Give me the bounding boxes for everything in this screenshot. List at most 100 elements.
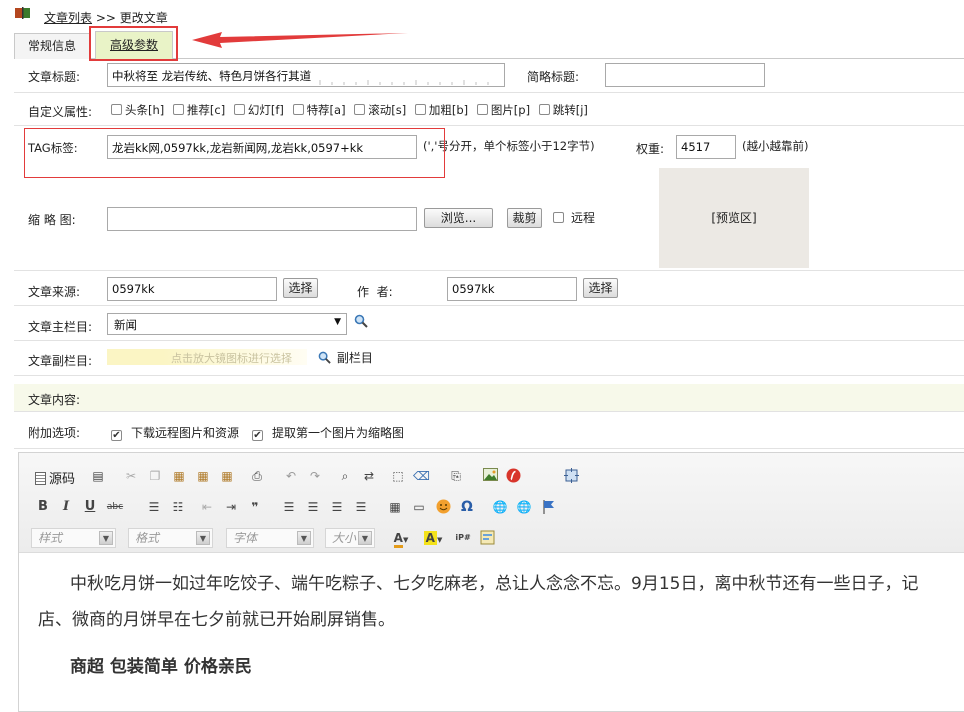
paste-icon[interactable]: ▦ (171, 468, 187, 484)
page-break-icon[interactable]: iP# (454, 530, 472, 546)
font-combo[interactable]: 字体 ▼ (226, 528, 314, 548)
sub-column-field: 点击放大镜图标进行选择 (107, 349, 307, 365)
remote-label: 远程 (571, 211, 596, 225)
cut-icon[interactable]: ✂ (123, 468, 139, 484)
undo-icon[interactable]: ↶ (283, 468, 299, 484)
attr-slide[interactable]: 幻灯[f] (233, 103, 284, 117)
attr-bold[interactable]: 加粗[b] (414, 103, 468, 117)
align-center-icon[interactable]: ☰ (305, 499, 321, 515)
blockquote-icon[interactable]: ❞ (247, 499, 263, 515)
attr-jump[interactable]: 跳转[j] (538, 103, 588, 117)
content-heading: 商超 包装简单 价格亲民 (70, 657, 252, 677)
paste-word-icon[interactable]: ▦ (219, 468, 235, 484)
flash-icon[interactable] (505, 468, 521, 484)
justify-icon[interactable]: ☰ (353, 499, 369, 515)
attr-checkboxes: 头条[h] 推荐[c] 幻灯[f] 特荐[a] 滚动[s] 加粗[b] 图片[p… (111, 102, 588, 118)
print-icon[interactable]: ⎙ (249, 468, 265, 484)
divider (14, 125, 964, 126)
image-icon[interactable] (482, 468, 498, 484)
indent-icon[interactable]: ⇥ (223, 499, 239, 515)
attr-recommend[interactable]: 推荐[c] (172, 103, 225, 117)
browse-button[interactable]: 浏览... (424, 208, 493, 228)
text-color-icon[interactable]: A▼ (389, 530, 413, 548)
size-combo[interactable]: 大小 ▼ (325, 528, 375, 548)
breadcrumb-separator: >> (95, 11, 116, 25)
sub-column-search[interactable]: 副栏目 (318, 349, 373, 366)
bg-color-icon[interactable]: A ▼ (421, 530, 445, 546)
unlink-icon[interactable]: 🌐 (516, 499, 532, 515)
remote-checkbox[interactable]: 远程 (553, 209, 595, 226)
strikethrough-icon[interactable]: abc (105, 499, 125, 515)
underline-icon[interactable]: U (82, 499, 98, 515)
bold-icon[interactable]: B (35, 499, 51, 515)
content-paragraph: 中秋吃月饼一如过年吃饺子、端午吃粽子、七夕吃麻老，总让人念念不忘。9月15日，离… (70, 574, 919, 594)
redo-icon[interactable]: ↷ (307, 468, 323, 484)
weight-hint: (越小越靠前) (742, 139, 809, 153)
weight-label: 权重: (636, 142, 665, 156)
source-button[interactable]: 源码 (35, 468, 75, 487)
weight-input[interactable]: 4517 (676, 135, 736, 159)
divider (14, 305, 964, 306)
download-remote-label: 下载远程图片和资源 (131, 426, 240, 440)
author-choose-button[interactable]: 选择 (583, 278, 618, 298)
outdent-icon[interactable]: ⇤ (199, 499, 215, 515)
align-left-icon[interactable]: ☰ (281, 499, 297, 515)
thumb-preview: [预览区] (659, 168, 809, 268)
find-icon[interactable]: ⌕ (337, 468, 353, 484)
align-right-icon[interactable]: ☰ (329, 499, 345, 515)
select-all-icon[interactable]: ⬚ (390, 468, 406, 484)
maximize-icon[interactable] (563, 468, 579, 484)
thumb-input[interactable] (107, 207, 417, 231)
title-input[interactable]: 中秋将至 龙岩传统、特色月饼各行其道 (107, 63, 505, 87)
bullet-list-icon[interactable]: ☷ (170, 499, 186, 515)
link-icon[interactable]: 🌐 (492, 499, 508, 515)
copy-icon[interactable]: ❐ (147, 468, 163, 484)
crop-button[interactable]: 裁剪 (507, 208, 542, 228)
attr-scroll[interactable]: 滚动[s] (354, 103, 406, 117)
divider (14, 92, 964, 93)
numbered-list-icon[interactable]: ☰ (146, 499, 162, 515)
format-combo[interactable]: 格式 ▼ (128, 528, 213, 548)
template-icon[interactable] (479, 530, 495, 546)
download-remote-checkbox[interactable]: 下载远程图片和资源 (111, 424, 239, 441)
main-column-select[interactable]: 新闻 ▼ (107, 313, 347, 335)
horizontal-line-icon[interactable]: ▭ (411, 499, 427, 515)
preview-icon[interactable]: ⎘ (448, 468, 464, 484)
dropdown-arrow-icon: ▼ (99, 531, 113, 545)
magnifier-icon (318, 351, 331, 364)
magnifier-icon[interactable] (354, 314, 368, 331)
editor-content[interactable]: 中秋吃月饼一如过年吃饺子、端午吃粽子、七夕吃麻老，总让人念念不忘。9月15日，离… (38, 566, 964, 704)
dropdown-arrow-icon: ▼ (334, 317, 341, 327)
table-icon[interactable]: ▦ (387, 499, 403, 515)
attr-headline[interactable]: 头条[h] (111, 103, 164, 117)
book-icon (15, 7, 31, 19)
first-image-checkbox[interactable]: 提取第一个图片为缩略图 (252, 424, 404, 441)
paste-text-icon[interactable]: ▦ (195, 468, 211, 484)
style-combo[interactable]: 样式 ▼ (31, 528, 116, 548)
breadcrumb: 文章列表 >> 更改文章 (44, 9, 168, 26)
source-input[interactable]: 0597kk (107, 277, 277, 301)
smiley-icon[interactable] (435, 499, 451, 515)
breadcrumb-list-link[interactable]: 文章列表 (44, 11, 92, 25)
divider (14, 411, 964, 412)
anchor-flag-icon[interactable] (540, 499, 556, 515)
sub-column-link: 副栏目 (336, 351, 373, 365)
annotation-arrow (192, 32, 408, 48)
special-char-icon[interactable]: Ω (459, 499, 475, 515)
author-input[interactable]: 0597kk (447, 277, 577, 301)
tab-general[interactable]: 常规信息 (14, 33, 90, 59)
content-label: 文章内容: (28, 393, 81, 407)
first-image-label: 提取第一个图片为缩略图 (272, 426, 405, 440)
replace-icon[interactable]: ⇄ (361, 468, 377, 484)
attr-image[interactable]: 图片[p] (476, 103, 530, 117)
attr-special[interactable]: 特荐[a] (292, 103, 346, 117)
remove-format-icon[interactable]: ⌫ (413, 468, 430, 484)
tab-general-label: 常规信息 (27, 39, 76, 53)
source-choose-button[interactable]: 选择 (283, 278, 318, 298)
short-title-input[interactable] (605, 63, 765, 87)
italic-icon[interactable]: I (58, 499, 74, 515)
divider (14, 375, 964, 376)
short-title-label: 简略标题: (527, 70, 580, 84)
content-row (14, 384, 964, 411)
new-page-icon[interactable]: ▤ (90, 468, 106, 484)
